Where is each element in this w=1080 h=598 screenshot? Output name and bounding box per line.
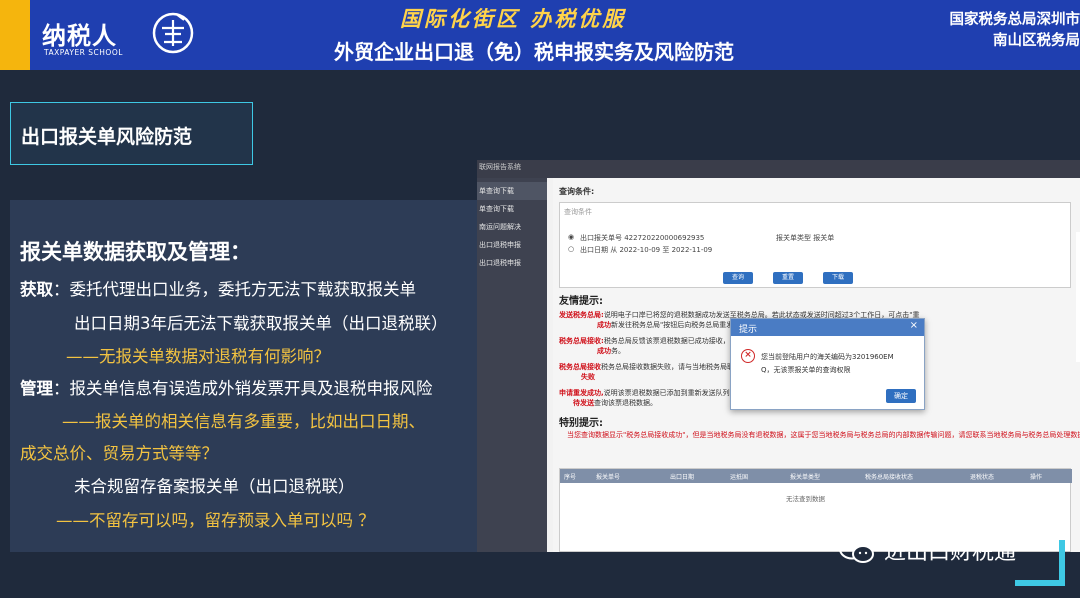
query-box: 查询条件 ◉ 出口报关单号 422720220000692935 报关单类型 报… [559,202,1071,288]
radio-customs-no[interactable]: ◉ [568,233,574,241]
bureau-line-2: 南山区税务局 [993,33,1080,49]
wechat-icon [839,538,874,563]
special-text: 当您查询数据显示"税务总局接收成功"，但是当地税务局没有退税数据，这属于您当地税… [567,431,1080,439]
sidebar-item-4[interactable]: 出口退税申报 [477,236,547,254]
dialog-message-2: Q，无该票报关单的查询权限 [761,366,851,374]
col-header: 税务总局接收状态 [865,474,914,481]
special-title: 特别提示: [559,418,603,429]
tax-bureau-name: 国家税务总局深圳市 南山区税务局 [920,10,1080,52]
customs-no-field[interactable]: 出口报关单号 422720220000692935 [580,233,704,243]
accent-tab [0,0,30,70]
header-banner: 纳税人 TAXPAYER SCHOOL 国际化街区 办税优服 外贸企业出口退（免… [0,0,1080,70]
taxpayer-school-logo: 纳税人 TAXPAYER SCHOOL [42,8,202,64]
section-title: 出口报关单风险防范 [21,126,193,148]
sidebar-item-2[interactable]: 单查询下载 [477,200,547,218]
question-1: ——无报关单数据对退税有何影响？ [66,347,330,366]
radio-export-date[interactable]: ○ [568,245,574,253]
sidebar-item-3[interactable]: 南运问题解决 [477,218,547,236]
col-header: 运抵国 [730,474,749,481]
sidebar-item-5[interactable]: 出口退税申报 [477,254,547,272]
logo-subtext: TAXPAYER SCHOOL [44,48,123,57]
content-panel: 报关单数据获取及管理： 获取：委托代理出口业务，委托方无法下载获取报关单 出口日… [10,200,480,552]
tip-row: 待发送查询该票退税数据。 [573,399,657,407]
ok-button[interactable]: 确定 [886,389,916,403]
query-button[interactable]: 查询 [723,272,753,284]
dialog-title: 提示 [739,325,758,335]
result-table-header: 序号 报关单号 出口日期 运抵国 报关单类型 税务总局接收状态 退税状态 操作 [560,469,1072,483]
screenshot-topbar: 联网报告系统 [477,160,1080,178]
acquire-text-1: ：委托代理出口业务，委托方无法下载获取报关单 [53,280,416,299]
watermark-text: 进出口财税通 [884,540,1017,565]
acquire-label: 获取 [20,280,53,299]
content-heading: 报关单数据获取及管理： [20,240,251,264]
query-placeholder: 查询条件 [564,208,592,216]
corner-decoration [1015,540,1065,586]
col-header: 报关单号 [596,474,621,481]
dialog-message-1: 您当前登陆用户的海关编码为3201960EM [761,353,894,361]
download-button[interactable]: 下载 [823,272,853,284]
manage-line-1: 管理：报关单信息有误造成外销发票开具及退税申报风险 [20,375,433,399]
question-2a: ——报关单的相关信息有多重要，比如出口日期、 [62,412,425,431]
bureau-line-1: 国家税务总局深圳市 [949,12,1080,28]
col-header: 序号 [564,474,577,481]
question-3: ——不留存可以吗，留存预录入单可以吗 ？ [56,511,375,530]
table-empty-text: 无法查到数据 [786,495,825,503]
slogan: 国际化街区 办税优服 [400,6,627,31]
screenshot-sidebar: 单查询下载 单查询下载 南运问题解决 出口退税申报 出口退税申报 [477,178,547,552]
manage-line-2: 未合规留存备案报关单（出口退税联） [74,477,355,496]
col-header: 退税状态 [970,474,995,481]
section-title-box: 出口报关单风险防范 [10,102,253,165]
error-icon: × [741,349,755,363]
col-header: 操作 [1030,474,1043,481]
acquire-line-1: 获取：委托代理出口业务，委托方无法下载获取报关单 [20,276,416,300]
topbar-label: 联网报告系统 [479,163,521,171]
presentation-subtitle: 外贸企业出口退（免）税申报实务及风险防范 [334,40,734,64]
query-title: 查询条件: [559,187,595,196]
close-icon[interactable]: × [910,320,918,331]
edge-decoration [1076,232,1080,362]
tip-row: 失败 [581,373,595,381]
col-header: 出口日期 [670,474,695,481]
export-date-range[interactable]: 出口日期 从 2022-10-09 至 2022-11-09 [580,245,712,255]
tip-row: 成功务。 [597,347,625,355]
col-header: 报关单类型 [790,474,821,481]
error-dialog: 提示 × × 您当前登陆用户的海关编码为3201960EM Q，无该票报关单的查… [730,318,925,410]
manage-label: 管理 [20,379,53,398]
tips-title: 友情提示: [559,296,603,307]
logo-emblem-icon [152,12,194,54]
sidebar-item-1[interactable]: 单查询下载 [477,182,547,200]
question-2b: 成交总价、贸易方式等等？ [20,444,218,463]
acquire-line-2: 出口日期3年后无法下载获取报关单（出口退税联） [74,314,448,333]
reset-button[interactable]: 重置 [773,272,803,284]
manage-text-1: ：报关单信息有误造成外销发票开具及退税申报风险 [53,379,433,398]
dialog-header: 提示 × [731,319,924,336]
logo-text: 纳税人 [42,21,117,50]
declaration-type-select[interactable]: 报关单类型 报关单 [776,233,834,243]
